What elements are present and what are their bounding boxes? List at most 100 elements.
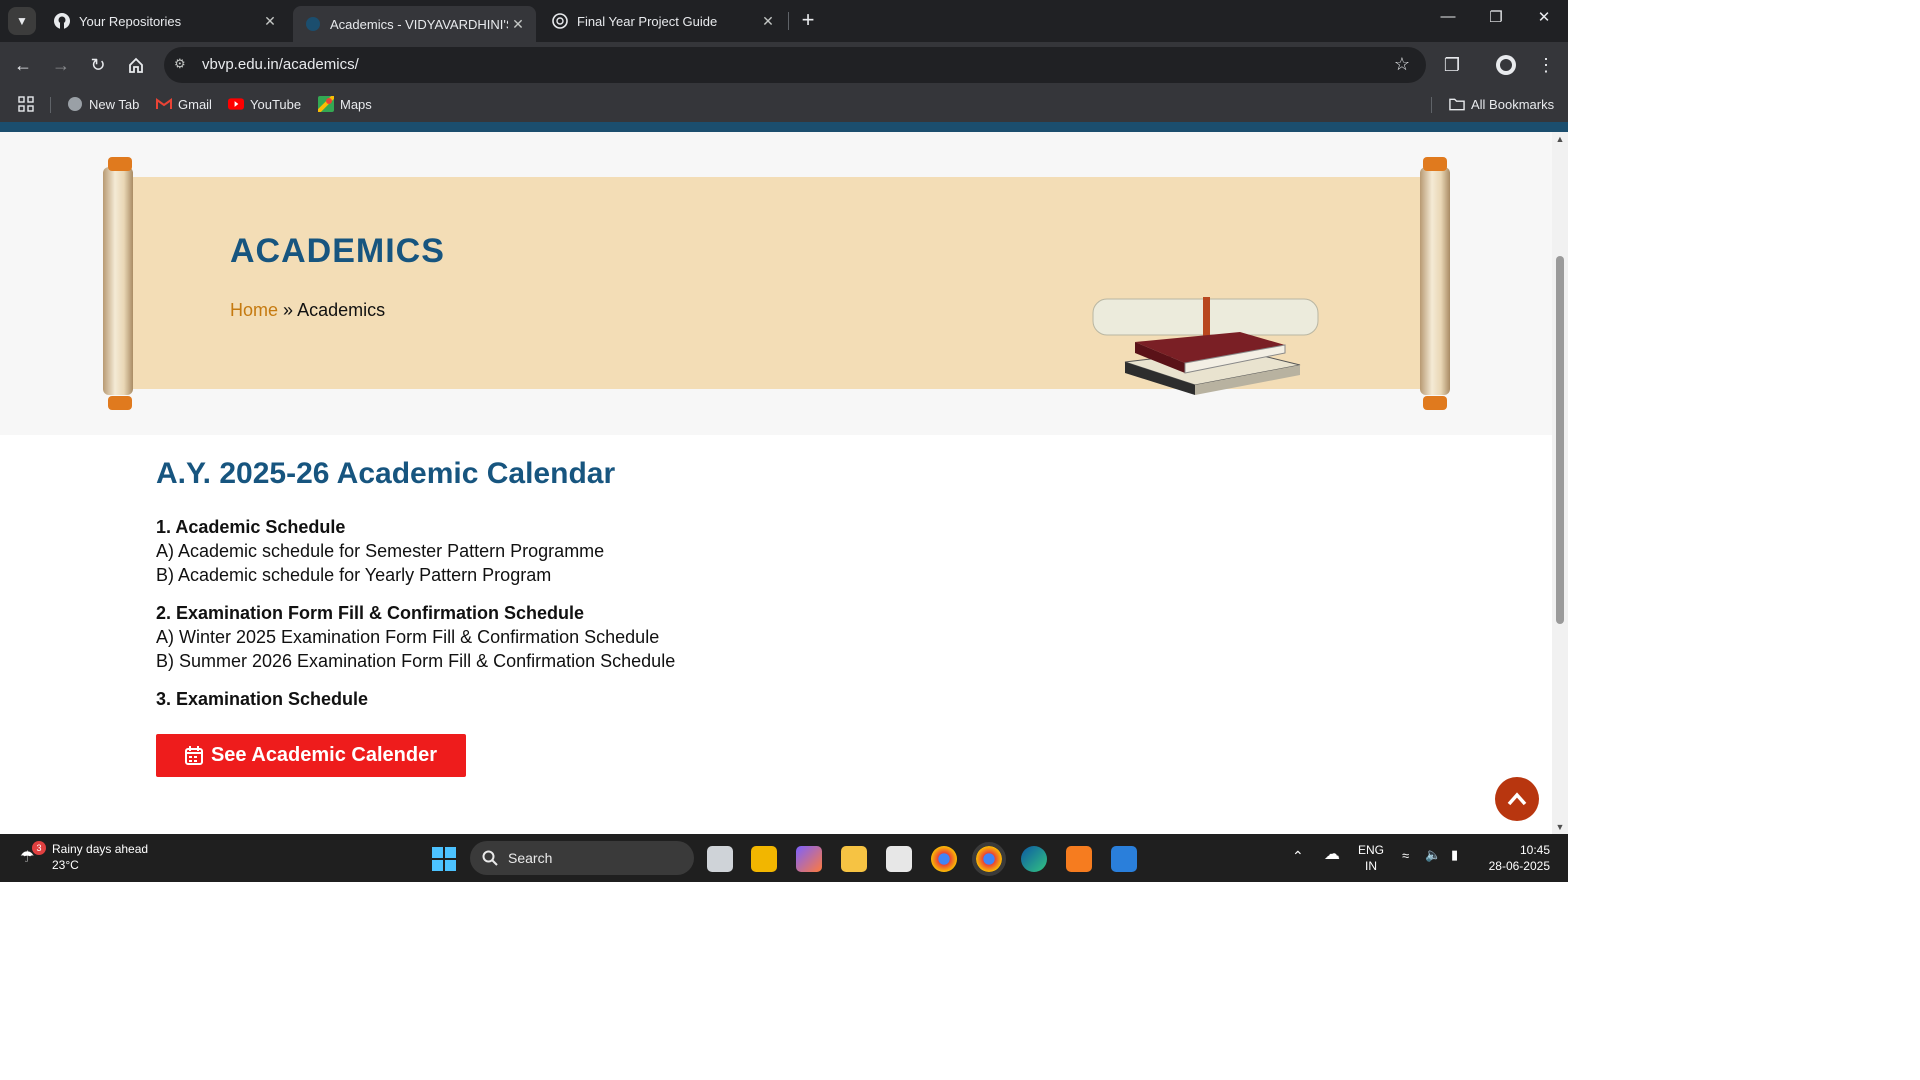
chevron-up-icon (1507, 792, 1527, 806)
scroll-knob (1423, 396, 1447, 410)
breadcrumb-current: Academics (297, 300, 386, 320)
scrollbar-thumb[interactable] (1556, 256, 1564, 624)
tab-academics[interactable]: Academics - VIDYAVARDHINI'S ✕ (293, 6, 536, 42)
calendar-title: A.Y. 2025-26 Academic Calendar (156, 457, 616, 490)
gmail-icon (156, 96, 172, 112)
bookmark-maps[interactable]: Maps (318, 96, 372, 112)
apps-button[interactable] (18, 96, 34, 112)
new-tab-button[interactable]: + (796, 8, 820, 32)
schedule-group: 3. Examination Schedule (156, 687, 1056, 711)
clock-date: 28-06-2025 (1488, 859, 1550, 873)
restore-button[interactable]: ❐ (1476, 8, 1516, 26)
edge-icon[interactable] (1021, 846, 1047, 872)
clock-time: 10:45 (1519, 843, 1550, 857)
chevron-down-icon: ▼ (16, 14, 28, 28)
site-settings-icon[interactable]: ⚙ (174, 56, 192, 74)
lang-code: ENG (1358, 843, 1385, 857)
url-text: vbvp.edu.in/academics/ (202, 56, 359, 73)
home-button[interactable] (124, 53, 148, 77)
minimize-button[interactable]: — (1428, 8, 1468, 25)
site-header-strip (0, 122, 1568, 132)
scroll-knob (108, 396, 132, 410)
bookmark-new-tab[interactable]: New Tab (67, 96, 139, 112)
language-indicator[interactable]: ENG IN (1358, 842, 1384, 874)
forward-button[interactable]: → (49, 53, 73, 77)
bookmark-youtube[interactable]: YouTube (228, 96, 301, 112)
web-page: ACADEMICS Home » Academics A.Y. 2025-26 … (0, 132, 1552, 834)
power-bi-icon[interactable] (751, 846, 777, 872)
site-icon (305, 16, 321, 32)
bookmark-label: YouTube (250, 96, 302, 112)
see-academic-calendar-button[interactable]: See Academic Calender (156, 734, 466, 777)
windows-icon (432, 847, 456, 871)
breadcrumb-separator: » (283, 300, 294, 320)
chrome-icon[interactable] (931, 846, 957, 872)
globe-icon (67, 96, 83, 112)
menu-button[interactable]: ⋮ (1534, 53, 1558, 77)
folder-icon (1449, 96, 1465, 112)
arrow-left-icon: ← (14, 55, 32, 75)
tab-title: Academics - VIDYAVARDHINI'S (330, 16, 508, 32)
start-button[interactable] (431, 846, 457, 872)
page-scrollbar[interactable]: ▲ ▼ (1552, 132, 1568, 834)
tab-title: Final Year Project Guide (577, 13, 718, 29)
extensions-button[interactable]: ❐ (1440, 53, 1464, 77)
schedule-link[interactable]: A) Winter 2025 Examination Form Fill & C… (156, 625, 1056, 649)
scroll-to-top-button[interactable] (1495, 777, 1539, 821)
scroll-roll-right (1420, 167, 1450, 395)
bookmark-star-icon[interactable]: ☆ (1394, 54, 1410, 75)
tab-search-button[interactable]: ▼ (8, 7, 36, 35)
chevron-up-tray-icon[interactable]: ⌃ (1292, 848, 1304, 864)
chrome-profile-icon[interactable] (972, 842, 1006, 876)
scroll-roll-left (103, 167, 133, 395)
page-title: ACADEMICS (230, 232, 445, 270)
onedrive-cloud-icon[interactable]: ☁ (1324, 847, 1340, 863)
task-view-icon[interactable] (707, 846, 733, 872)
schedule-link[interactable]: B) Summer 2026 Examination Form Fill & C… (156, 649, 1056, 673)
battery-icon[interactable]: ▮ (1451, 847, 1458, 863)
home-icon (129, 57, 143, 73)
address-bar[interactable]: ⚙ vbvp.edu.in/academics/ ☆ (164, 47, 1426, 83)
tab-your-repositories[interactable]: Your Repositories ✕ (42, 6, 288, 36)
tab-title: Your Repositories (79, 13, 182, 29)
scroll-down-icon[interactable]: ▼ (1555, 822, 1565, 832)
schedule-link[interactable]: B) Academic schedule for Yearly Pattern … (156, 563, 1056, 587)
maps-icon (318, 96, 334, 112)
tab-divider (788, 12, 789, 30)
bookmark-gmail[interactable]: Gmail (156, 96, 212, 112)
close-icon[interactable]: ✕ (260, 13, 280, 30)
back-button[interactable]: ← (11, 53, 35, 77)
photos-icon[interactable] (1111, 846, 1137, 872)
calendar-icon (184, 746, 203, 765)
xampp-icon[interactable] (1066, 846, 1092, 872)
scroll-up-icon[interactable]: ▲ (1555, 134, 1565, 144)
search-icon (482, 850, 498, 866)
all-bookmarks-button[interactable]: All Bookmarks (1449, 96, 1554, 112)
windows-taskbar: 3 ☂ Rainy days ahead 23°C Search ⌃ ☁ ENG… (0, 834, 1568, 882)
close-icon[interactable]: ✕ (758, 13, 778, 30)
microsoft-store-icon[interactable] (886, 846, 912, 872)
apps-grid-icon (18, 96, 34, 112)
copilot-icon[interactable] (796, 846, 822, 872)
button-label: See Academic Calender (210, 744, 438, 766)
more-vertical-icon: ⋮ (1537, 55, 1555, 75)
clock[interactable]: 10:45 28-06-2025 (1484, 842, 1550, 874)
file-explorer-icon[interactable] (841, 846, 867, 872)
schedule-group: 2. Examination Form Fill & Confirmation … (156, 601, 1056, 673)
weather-temp: 23°C (52, 858, 79, 872)
section-heading[interactable]: 3. Examination Schedule (156, 687, 1056, 711)
breadcrumb-home-link[interactable]: Home (230, 300, 278, 320)
volume-icon[interactable]: 🔈 (1425, 847, 1441, 863)
wifi-icon[interactable]: ≈ (1402, 848, 1409, 864)
tab-final-year-project-guide[interactable]: Final Year Project Guide ✕ (540, 6, 786, 36)
weather-widget[interactable]: 3 ☂ Rainy days ahead 23°C (20, 841, 148, 873)
schedule-link[interactable]: A) Academic schedule for Semester Patter… (156, 539, 1056, 563)
close-icon[interactable]: ✕ (508, 16, 528, 33)
reload-button[interactable]: ↻ (86, 53, 110, 77)
profile-button[interactable] (1494, 53, 1518, 77)
puzzle-icon: ❐ (1443, 55, 1461, 75)
taskbar-search[interactable]: Search (470, 841, 694, 875)
bookmark-divider (1431, 97, 1432, 113)
umbrella-icon: ☂ (20, 849, 35, 866)
window-close-button[interactable]: ✕ (1524, 8, 1564, 26)
